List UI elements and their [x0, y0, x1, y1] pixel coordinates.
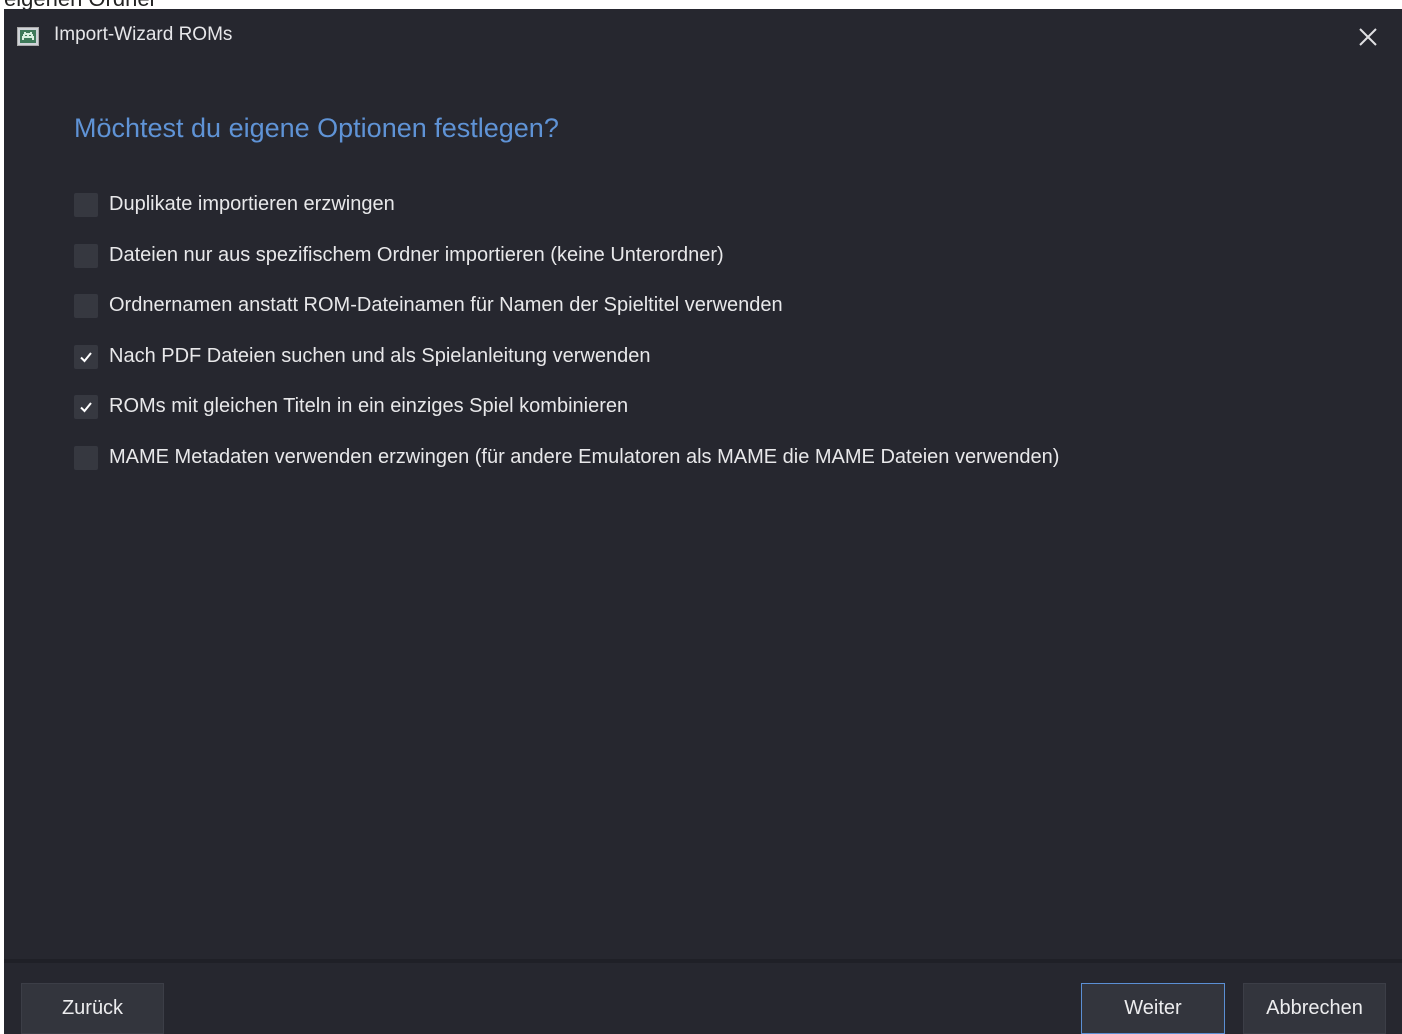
checkbox-checked[interactable] [74, 395, 98, 419]
close-icon[interactable] [1352, 21, 1384, 53]
next-button[interactable]: Weiter [1081, 983, 1225, 1034]
checkbox[interactable] [74, 244, 98, 268]
space-invader-icon [17, 27, 39, 46]
checkbox[interactable] [74, 446, 98, 470]
title-bar: Import-Wizard ROMs [4, 9, 1402, 63]
option-label: Duplikate importieren erzwingen [109, 193, 395, 215]
back-button[interactable]: Zurück [21, 983, 164, 1034]
option-label: ROMs mit gleichen Titeln in ein einziges… [109, 395, 629, 417]
footer-divider [4, 959, 1402, 963]
option-label: MAME Metadaten verwenden erzwingen (für … [109, 446, 1060, 468]
page-heading: Möchtest du eigene Optionen festlegen? [74, 113, 559, 143]
cancel-button[interactable]: Abbrechen [1243, 983, 1386, 1034]
window-title: Import-Wizard ROMs [54, 24, 233, 45]
checkmark-icon [80, 352, 92, 363]
checkbox-checked[interactable] [74, 345, 98, 369]
checkbox[interactable] [74, 294, 98, 318]
option-label: Nach PDF Dateien suchen und als Spielanl… [109, 345, 651, 367]
checkbox[interactable] [74, 193, 98, 217]
option-label: Ordnernamen anstatt ROM-Dateinamen für N… [109, 294, 783, 316]
import-wizard-dialog: Import-Wizard ROMs Möchtest du eigene Op… [4, 9, 1402, 1034]
option-label: Dateien nur aus spezifischem Ordner impo… [109, 244, 724, 266]
checkmark-icon [80, 402, 92, 413]
